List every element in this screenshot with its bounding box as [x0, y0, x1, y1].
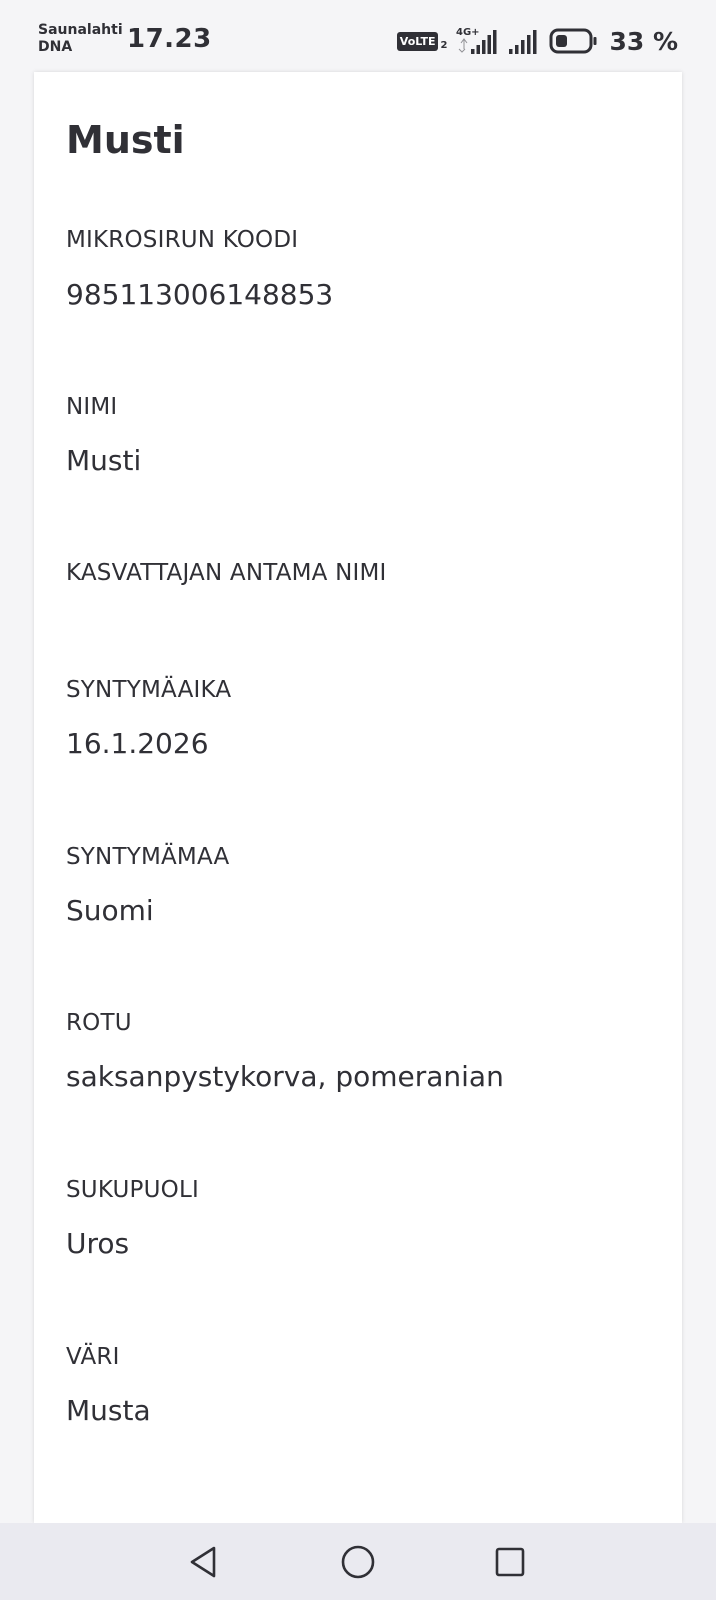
field-label-breeder-name: KASVATTAJAN ANTAMA NIMI	[66, 560, 387, 586]
field-value-birth-country: Suomi	[66, 894, 154, 927]
signal-4g-icon: 4G+	[456, 27, 497, 54]
signal-icon	[509, 30, 537, 54]
field-label-sex: SUKUPUOLI	[66, 1177, 199, 1203]
home-button[interactable]	[338, 1542, 378, 1582]
home-circle-icon	[341, 1545, 375, 1579]
back-triangle-icon	[190, 1546, 216, 1578]
field-label-name: NIMI	[66, 394, 118, 420]
battery-icon	[549, 28, 597, 54]
status-bar: Saunalahti DNA 17.23 VoLTE 2 4G+ 33 %	[0, 0, 716, 72]
system-nav-bar	[0, 1523, 716, 1600]
field-value-sex: Uros	[66, 1227, 130, 1260]
status-icons: VoLTE 2 4G+ 33 %	[396, 24, 678, 58]
field-label-color: VÄRI	[66, 1344, 120, 1370]
volte-label: VoLTE	[396, 31, 439, 51]
field-value-name: Musti	[66, 444, 142, 477]
field-value-birth-date: 16.1.2026	[66, 727, 209, 760]
recents-square-icon	[495, 1547, 525, 1577]
field-label-breed: ROTU	[66, 1010, 132, 1036]
field-value-breed: saksanpystykorva, pomeranian	[66, 1060, 504, 1093]
pet-details-card: Musti MIKROSIRUN KOODI 985113006148853 N…	[34, 72, 682, 1523]
field-value-microchip: 985113006148853	[66, 278, 334, 311]
clock: 17.23	[127, 24, 212, 54]
back-button[interactable]	[184, 1542, 224, 1582]
volte-sim-number: 2	[440, 39, 448, 51]
pet-title: Musti	[66, 118, 185, 162]
field-value-color: Musta	[66, 1394, 151, 1427]
field-label-birth-date: SYNTYMÄAIKA	[66, 677, 232, 703]
carrier-name: Saunalahti DNA	[38, 22, 123, 56]
network-type-label: 4G+	[456, 27, 480, 38]
field-label-birth-country: SYNTYMÄMAA	[66, 844, 230, 870]
carrier-line-2: DNA	[38, 39, 73, 55]
volte-icon: VoLTE 2	[396, 31, 448, 51]
battery-percent: 33 %	[609, 26, 678, 56]
field-label-microchip: MIKROSIRUN KOODI	[66, 227, 299, 253]
recents-button[interactable]	[490, 1542, 530, 1582]
carrier-line-1: Saunalahti	[38, 22, 123, 38]
